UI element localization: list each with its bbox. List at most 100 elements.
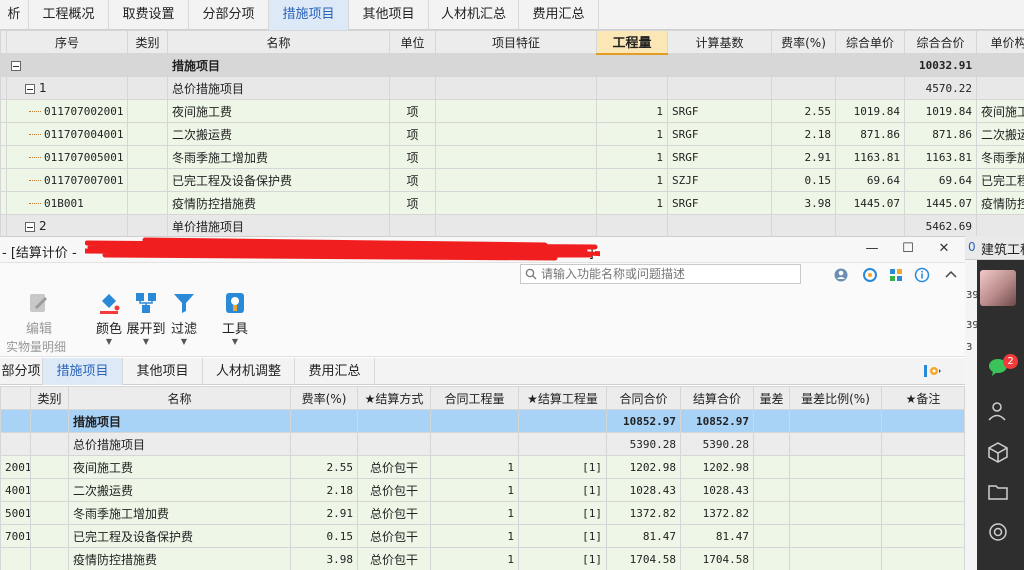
col-header-diff-ratio[interactable]: 量差比例(%) xyxy=(789,386,882,410)
col-header-features[interactable]: 项目特征 xyxy=(435,30,597,54)
cell-name: 夜间施工费 xyxy=(167,99,390,123)
col-header-rate[interactable]: 费率(%) xyxy=(290,386,358,410)
col-header-price-structure[interactable]: 单价构 xyxy=(976,30,1024,54)
col-header-seq[interactable]: 序号 xyxy=(6,30,128,54)
paint-bucket-icon xyxy=(100,294,120,314)
table-row[interactable]: 01B001 疫情防控措施费 项 1 SRGF 3.98 1445.07 144… xyxy=(0,191,1024,215)
col-header-unit[interactable]: 单位 xyxy=(389,30,436,54)
table-row[interactable]: 011707005001 冬雨季施工增加费 项 1 SRGF 2.91 1163… xyxy=(0,145,1024,169)
edit-icon xyxy=(30,294,47,312)
tab-partial[interactable]: 析 xyxy=(0,0,29,30)
tab-fee-settings[interactable]: 取费设置 xyxy=(109,0,189,30)
col-header-settle-method[interactable]: ★结算方式 xyxy=(357,386,431,410)
col-header-remark[interactable]: ★备注 xyxy=(881,386,965,410)
contacts-icon[interactable] xyxy=(987,400,1009,422)
cell-name: 二次搬运费 xyxy=(167,122,390,146)
table-row[interactable]: 011707002001 夜间施工费 项 1 SRGF 2.55 1019.84… xyxy=(0,99,1024,123)
collapse-ribbon-icon[interactable] xyxy=(942,267,960,283)
table-row[interactable]: 011707004001 二次搬运费 项 1 SRGF 2.18 871.86 … xyxy=(0,122,1024,146)
cell-total: 4570.22 xyxy=(904,76,977,100)
col-header-category[interactable]: 类别 xyxy=(127,30,168,54)
cell-name: 已完工程及设备保护费 xyxy=(167,168,390,192)
cell-name: 疫情防控措施费 xyxy=(68,547,291,570)
table-row[interactable]: 疫情防控措施费 3.98 总价包干 1 [1] 1704.58 1704.58 xyxy=(0,547,965,570)
tab-project-overview[interactable]: 工程概况 xyxy=(29,0,109,30)
account-icon[interactable] xyxy=(833,267,851,283)
table-row[interactable]: 7001 已完工程及设备保护费 0.15 总价包干 1 [1] 81.47 81… xyxy=(0,524,965,548)
col-header-unit-price[interactable]: 综合单价 xyxy=(835,30,905,54)
tab-cost-summary[interactable]: 费用汇总 xyxy=(295,358,375,385)
bottom-settlement-table: 类别 名称 费率(%) ★结算方式 合同工程量 ★结算工程量 合同合价 结算合价… xyxy=(0,386,965,570)
collapse-icon[interactable] xyxy=(25,83,35,94)
cell-name: 冬雨季施工增加费 xyxy=(68,501,291,525)
col-header-settle-qty[interactable]: ★结算工程量 xyxy=(518,386,607,410)
col-header-rate[interactable]: 费率(%) xyxy=(771,30,836,54)
color-button[interactable]: 颜色 ▼ xyxy=(92,291,126,347)
bottom-tab-bar: 部分项 措施项目 其他项目 人材机调整 费用汇总 xyxy=(0,358,965,385)
cell-seq: 011707002001 xyxy=(6,99,128,123)
cell-seq: 1 xyxy=(6,76,128,100)
col-header-settle-total[interactable]: 结算合价 xyxy=(680,386,754,410)
close-icon[interactable]: ✕ xyxy=(934,241,954,256)
table-row[interactable]: 措施项目 10032.91 xyxy=(0,53,1024,77)
camera-shutter-icon[interactable] xyxy=(987,521,1009,543)
tab-other-items[interactable]: 其他项目 xyxy=(123,358,203,385)
collapse-icon[interactable] xyxy=(11,60,21,71)
cell-total: 1019.84 xyxy=(904,99,977,123)
ribbon-toolbar: 编辑 实物量明细 颜色 ▼ 展开到 ▼ 过滤 ▼ 工具 ▼ xyxy=(0,287,965,357)
cell-name: 二次搬运费 xyxy=(68,478,291,502)
filter-button[interactable]: 过滤 ▼ xyxy=(168,291,200,347)
col-header-category[interactable]: 类别 xyxy=(30,386,69,410)
table-row[interactable]: 1 总价措施项目 4570.22 xyxy=(0,76,1024,100)
col-header-quantity[interactable]: 工程量 xyxy=(596,30,668,55)
cell-total: 1445.07 xyxy=(904,191,977,215)
tab-subdivision[interactable]: 部分项 xyxy=(0,358,43,385)
tab-materials-summary[interactable]: 人材机汇总 xyxy=(429,0,519,30)
tab-measures[interactable]: 措施项目 xyxy=(43,358,123,385)
window-titlebar[interactable]: - [结算计价 - 工项目.GSC6] — ☐ ✕ xyxy=(0,236,965,263)
tab-subdivision[interactable]: 分部分项 xyxy=(189,0,269,30)
cell-seq xyxy=(6,53,128,77)
tab-other-items[interactable]: 其他项目 xyxy=(349,0,429,30)
avatar[interactable] xyxy=(980,270,1016,306)
col-header-base[interactable]: 计算基数 xyxy=(667,30,772,54)
table-row[interactable]: 2001 夜间施工费 2.55 总价包干 1 [1] 1202.98 1202.… xyxy=(0,455,965,479)
table-row[interactable]: 总价措施项目 5390.28 5390.28 xyxy=(0,432,965,456)
chevron-down-icon: ▼ xyxy=(142,337,150,346)
edit-button[interactable]: 编辑 xyxy=(18,291,60,337)
info-icon[interactable] xyxy=(914,267,932,283)
cell-name: 冬雨季施工增加费 xyxy=(167,145,390,169)
table-row[interactable]: 4001 二次搬运费 2.18 总价包干 1 [1] 1028.43 1028.… xyxy=(0,478,965,502)
table-row[interactable]: 措施项目 10852.97 10852.97 xyxy=(0,409,965,433)
col-header-contract-total[interactable]: 合同合价 xyxy=(606,386,681,410)
col-header-total[interactable]: 综合合价 xyxy=(904,30,977,54)
chevron-down-icon: ▼ xyxy=(105,337,113,346)
minimize-icon[interactable]: — xyxy=(862,241,882,256)
function-search[interactable] xyxy=(520,264,801,284)
col-header-qty-diff[interactable]: 量差 xyxy=(753,386,790,410)
tab-measures[interactable]: 措施项目 xyxy=(269,0,349,30)
apps-grid-icon[interactable] xyxy=(888,267,906,283)
expand-to-button[interactable]: 展开到 ▼ xyxy=(126,291,166,347)
maximize-icon[interactable]: ☐ xyxy=(898,241,918,256)
box-icon[interactable] xyxy=(987,441,1009,463)
support-icon[interactable] xyxy=(862,267,880,283)
tab-cost-summary[interactable]: 费用汇总 xyxy=(519,0,599,30)
folder-icon[interactable] xyxy=(987,481,1009,503)
cell-seq: 011707005001 xyxy=(6,145,128,169)
table-row[interactable]: 2 单价措施项目 5462.69 xyxy=(0,214,1024,236)
col-header-seq[interactable] xyxy=(0,386,31,410)
search-input[interactable] xyxy=(541,266,796,282)
tab-materials-adjust[interactable]: 人材机调整 xyxy=(203,358,295,385)
table-row[interactable]: 011707007001 已完工程及设备保护费 项 1 SZJF 0.15 69… xyxy=(0,168,1024,192)
table-row[interactable]: 5001 冬雨季施工增加费 2.91 总价包干 1 [1] 1372.82 13… xyxy=(0,501,965,525)
cell-name: 总价措施项目 xyxy=(68,432,291,456)
tools-button[interactable]: 工具 ▼ xyxy=(220,291,250,347)
background-window-tab[interactable]: 0 建筑工程 xyxy=(965,236,1024,260)
col-header-name[interactable]: 名称 xyxy=(68,386,291,410)
top-window: 析 工程概况 取费设置 分部分项 措施项目 其他项目 人材机汇总 费用汇总 序号… xyxy=(0,0,1024,236)
col-header-contract-qty[interactable]: 合同工程量 xyxy=(430,386,519,410)
col-header-name[interactable]: 名称 xyxy=(167,30,390,54)
settings-icon[interactable] xyxy=(923,363,943,379)
collapse-icon[interactable] xyxy=(25,221,35,232)
